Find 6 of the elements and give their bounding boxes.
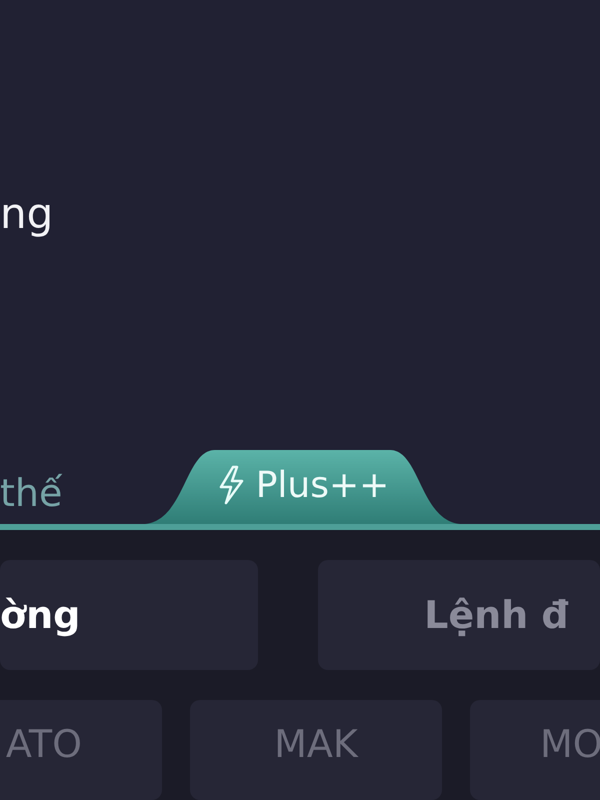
preset-button[interactable]: MAK <box>190 700 442 800</box>
order-type-tab[interactable]: Lệnh đ <box>318 560 600 670</box>
content-text: thế <box>0 470 62 516</box>
order-type-tab[interactable]: ờng <box>0 560 258 670</box>
preset-button[interactable]: ATO <box>0 700 162 800</box>
content-text: ng <box>0 188 54 240</box>
